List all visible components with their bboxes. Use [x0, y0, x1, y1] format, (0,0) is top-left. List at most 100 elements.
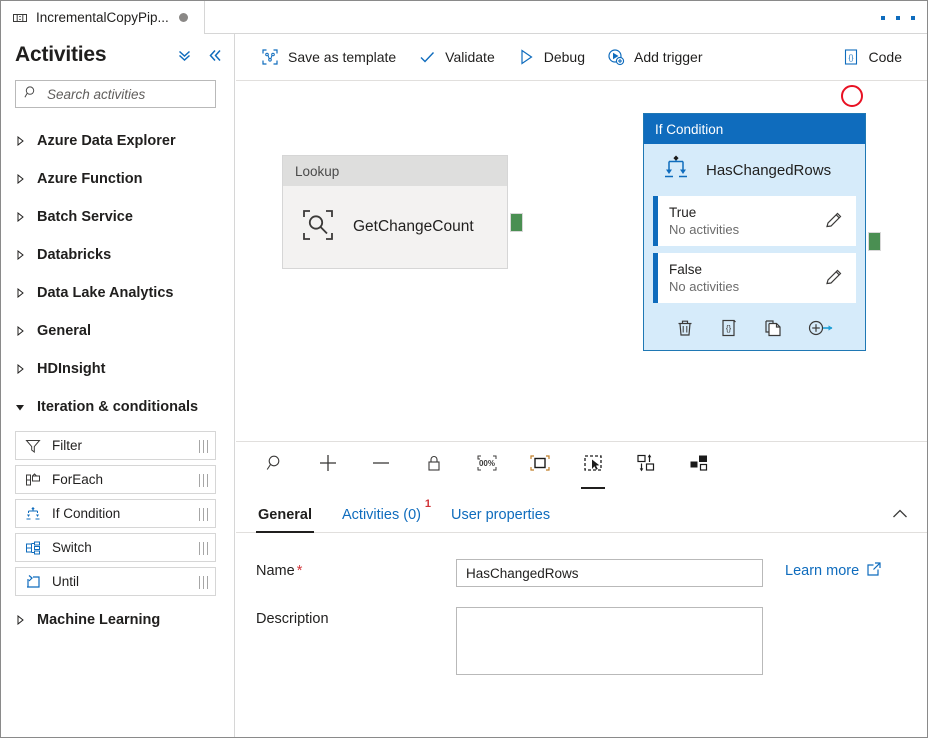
- select-mode-button[interactable]: [578, 451, 608, 481]
- chevron-right-icon: [15, 174, 25, 184]
- sidebar-group-databricks[interactable]: Databricks: [1, 236, 234, 274]
- canvas-node-if-condition[interactable]: If Condition: [643, 113, 866, 351]
- hundred-percent-icon: 00%: [476, 453, 498, 478]
- chevron-up-icon[interactable]: [891, 506, 909, 522]
- activity-item-if-condition[interactable]: If Condition: [15, 499, 216, 528]
- tab-user-properties-label: User properties: [451, 507, 550, 523]
- code-label: Code: [869, 49, 902, 65]
- more-options-button[interactable]: [881, 9, 915, 27]
- chevron-right-icon: [15, 364, 25, 374]
- zoom-100-button[interactable]: 00%: [472, 451, 502, 481]
- sidebar-group-machine-learning[interactable]: Machine Learning: [1, 601, 234, 639]
- pipeline-canvas[interactable]: Lookup GetChangeCount: [236, 81, 927, 441]
- sidebar-header: Activities: [1, 34, 234, 76]
- lookup-output-port[interactable]: [510, 213, 523, 232]
- drag-handle-icon[interactable]: [199, 508, 208, 521]
- save-as-template-label: Save as template: [288, 49, 396, 65]
- ellipsis-dot: [881, 16, 885, 20]
- tab-bar: IncrementalCopyPip...: [1, 1, 927, 34]
- properties-panel: General Activities (0) 1 User properties…: [236, 489, 927, 738]
- activities-list: Azure Data Explorer Azure Function Batch…: [1, 122, 234, 639]
- code-button[interactable]: {} Code: [831, 41, 913, 73]
- lock-canvas-button[interactable]: [419, 451, 449, 481]
- chevron-right-icon: [15, 212, 25, 222]
- tab-general[interactable]: General: [256, 507, 314, 532]
- zoom-to-fit-button[interactable]: [260, 451, 290, 481]
- tab-activities[interactable]: Activities (0) 1: [340, 507, 423, 532]
- pencil-icon[interactable]: [824, 210, 844, 230]
- chevron-right-icon: [15, 250, 25, 260]
- canvas-view-toolbar: 00%: [236, 441, 927, 489]
- sidebar-group-label: General: [37, 323, 91, 339]
- search-input[interactable]: [45, 86, 228, 103]
- minimap-icon: [688, 453, 710, 478]
- activity-item-until[interactable]: Until: [15, 567, 216, 596]
- search-activities-box[interactable]: [15, 80, 216, 108]
- trash-icon[interactable]: [675, 318, 695, 338]
- chevron-right-icon: [15, 615, 25, 625]
- zoom-in-button[interactable]: [313, 451, 343, 481]
- description-input[interactable]: [456, 607, 763, 675]
- zoom-out-button[interactable]: [366, 451, 396, 481]
- sidebar-group-azure-function[interactable]: Azure Function: [1, 160, 234, 198]
- debug-button[interactable]: Debug: [506, 41, 596, 73]
- name-input[interactable]: [456, 559, 763, 587]
- activity-item-foreach[interactable]: ForEach: [15, 465, 216, 494]
- pipeline-icon: [12, 10, 28, 26]
- code-brackets-icon[interactable]: {}: [719, 318, 739, 338]
- search-icon: [24, 85, 38, 104]
- auto-align-button[interactable]: [631, 451, 661, 481]
- sidebar-group-hdinsight[interactable]: HDInsight: [1, 350, 234, 388]
- activity-item-label: Until: [52, 574, 79, 589]
- drag-handle-icon[interactable]: [199, 542, 208, 555]
- if-branch-true[interactable]: True No activities: [653, 196, 856, 246]
- double-chevron-down-icon[interactable]: [176, 47, 193, 64]
- validate-button[interactable]: Validate: [407, 41, 506, 73]
- tab-activities-badge: 1: [425, 498, 431, 510]
- if-branch-false[interactable]: False No activities: [653, 253, 856, 303]
- sidebar-group-label: Iteration & conditionals: [37, 399, 198, 415]
- debug-label: Debug: [544, 49, 585, 65]
- properties-tabs: General Activities (0) 1 User properties: [236, 489, 927, 533]
- magnifier-icon: [265, 453, 285, 478]
- double-chevron-left-icon[interactable]: [207, 47, 224, 64]
- pencil-icon[interactable]: [824, 267, 844, 287]
- add-arrow-icon[interactable]: [807, 318, 835, 338]
- if-output-port[interactable]: [868, 232, 881, 251]
- activity-item-filter[interactable]: Filter: [15, 431, 216, 460]
- drag-handle-icon[interactable]: [199, 576, 208, 589]
- save-as-template-button[interactable]: Save as template: [250, 41, 407, 73]
- learn-more-link[interactable]: Learn more: [785, 561, 882, 581]
- canvas-node-lookup[interactable]: Lookup GetChangeCount: [282, 155, 508, 269]
- switch-icon: [24, 539, 42, 557]
- activities-sidebar: Activities: [1, 34, 235, 738]
- checkmark-icon: [418, 48, 436, 66]
- tab-activities-label: Activities (0): [342, 507, 421, 523]
- sidebar-title: Activities: [15, 43, 106, 67]
- fit-to-screen-button[interactable]: [525, 451, 555, 481]
- sidebar-group-data-lake-analytics[interactable]: Data Lake Analytics: [1, 274, 234, 312]
- tab-user-properties[interactable]: User properties: [449, 507, 552, 532]
- pipeline-tab[interactable]: IncrementalCopyPip...: [1, 1, 205, 34]
- learn-more-label: Learn more: [785, 563, 859, 579]
- drag-handle-icon[interactable]: [199, 440, 208, 453]
- toggle-minimap-button[interactable]: [684, 451, 714, 481]
- sidebar-group-label: Machine Learning: [37, 612, 160, 628]
- sidebar-group-general[interactable]: General: [1, 312, 234, 350]
- fit-screen-icon: [529, 453, 551, 478]
- add-trigger-button[interactable]: Add trigger: [596, 41, 713, 73]
- copy-icon[interactable]: [763, 318, 783, 338]
- sidebar-group-azure-data-explorer[interactable]: Azure Data Explorer: [1, 122, 234, 160]
- play-triangle-icon: [517, 48, 535, 66]
- tab-general-label: General: [258, 507, 312, 523]
- sidebar-group-iteration-conditionals[interactable]: Iteration & conditionals: [1, 388, 234, 426]
- sidebar-group-batch-service[interactable]: Batch Service: [1, 198, 234, 236]
- drag-handle-icon[interactable]: [199, 474, 208, 487]
- sidebar-group-label: Azure Data Explorer: [37, 133, 176, 149]
- lookup-node-body: GetChangeCount: [283, 186, 507, 268]
- canvas-toolbar: Save as template Validate Debug: [236, 34, 927, 81]
- save-as-template-icon: [261, 48, 279, 66]
- description-label: Description: [256, 607, 456, 627]
- sidebar-group-label: Databricks: [37, 247, 111, 263]
- activity-item-switch[interactable]: Switch: [15, 533, 216, 562]
